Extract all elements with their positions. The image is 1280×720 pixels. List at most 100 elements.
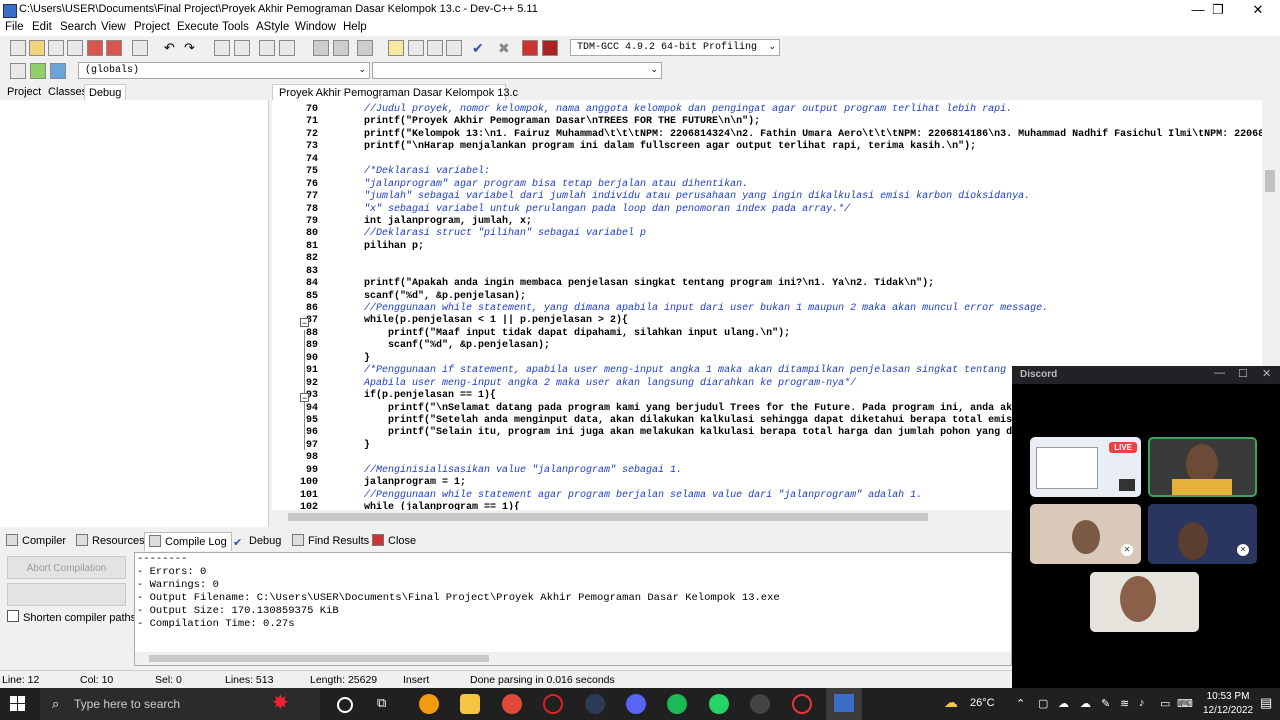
undo-icon[interactable]: ↶ (164, 40, 180, 56)
fold-toggle-icon[interactable]: − (300, 318, 309, 328)
discord-icon[interactable] (626, 694, 646, 714)
wifi-icon[interactable]: ≋ (1120, 697, 1129, 710)
delete-profile-icon[interactable] (542, 40, 558, 56)
tab-resources[interactable]: Resources (76, 532, 145, 550)
tab-project[interactable]: Project (3, 84, 45, 100)
run-icon[interactable] (408, 40, 424, 56)
project-options-icon[interactable] (357, 40, 373, 56)
checkbox-box[interactable] (7, 610, 19, 622)
save-icon[interactable] (48, 40, 64, 56)
maximize-button[interactable]: ❐ (1198, 0, 1238, 20)
close-file-icon[interactable] (87, 40, 103, 56)
redo-icon[interactable]: ↷ (184, 40, 200, 56)
tab-find-results[interactable]: Find Results (292, 532, 369, 550)
line-icon[interactable] (709, 694, 729, 714)
new-file-icon[interactable] (10, 40, 26, 56)
scrollbar-thumb[interactable] (1265, 170, 1275, 192)
participant-tile[interactable]: ✕ (1030, 504, 1141, 564)
participant-tile[interactable]: ✕ (1148, 504, 1257, 564)
fold-toggle-icon[interactable]: − (300, 393, 309, 403)
language-icon[interactable]: ⌨ (1177, 697, 1193, 710)
menu-help[interactable]: Help (343, 21, 367, 33)
save-all-icon[interactable] (67, 40, 83, 56)
goto-icon[interactable] (30, 63, 46, 79)
taskbar-search[interactable]: ⌕ Type here to search ✸ (40, 688, 320, 720)
spotify-icon[interactable] (667, 694, 687, 714)
editor-file-tab[interactable]: Proyek Akhir Pemograman Dasar Kelompok 1… (272, 84, 518, 101)
participant-tile[interactable] (1148, 437, 1257, 497)
cortana-icon[interactable] (337, 697, 353, 713)
stop-execution-icon[interactable]: ✖ (498, 40, 514, 56)
search-app-icon[interactable] (419, 694, 439, 714)
menu-edit[interactable]: Edit (32, 21, 52, 33)
new-project-icon[interactable] (313, 40, 329, 56)
find-icon[interactable] (214, 40, 230, 56)
opera-icon[interactable] (543, 694, 563, 714)
shorten-paths-checkbox[interactable]: Shorten compiler paths (7, 610, 136, 624)
notifications-icon[interactable]: ▤ (1260, 695, 1272, 711)
tab-close[interactable]: Close (372, 532, 416, 550)
syntax-check-icon[interactable]: ✔ (472, 40, 488, 56)
app-icon[interactable] (750, 694, 770, 714)
compile-log-output[interactable]: -------- - Errors: 0 - Warnings: 0 - Out… (134, 552, 1012, 666)
tab-compile-log[interactable]: Compile Log (144, 532, 232, 551)
tray-icon[interactable]: ▢ (1038, 697, 1048, 710)
menu-file[interactable]: File (5, 21, 24, 33)
recorder-icon[interactable] (792, 694, 812, 714)
replace-icon[interactable] (234, 40, 250, 56)
discord-maximize-button[interactable]: ☐ (1238, 367, 1248, 380)
devcpp-taskbar-icon[interactable] (826, 688, 862, 720)
toggle-bookmark-icon[interactable] (279, 40, 295, 56)
participant-tile[interactable] (1090, 572, 1199, 632)
tab-compiler[interactable]: Compiler (6, 532, 66, 550)
pen-icon[interactable]: ✎ (1101, 697, 1110, 710)
scrollbar-thumb[interactable] (288, 513, 928, 521)
discord-window[interactable]: Discord — ☐ ✕ LIVE ✕ ✕ (1012, 366, 1280, 688)
chevron-up-icon[interactable]: ⌃ (1016, 697, 1025, 710)
bookmark-icon[interactable] (50, 63, 66, 79)
compile-icon[interactable] (388, 40, 404, 56)
battery-icon[interactable]: ▭ (1160, 697, 1170, 710)
steam-icon[interactable] (585, 694, 605, 714)
open-file-icon[interactable] (29, 40, 45, 56)
stream-tile[interactable]: LIVE (1030, 437, 1141, 497)
taskbar-clock[interactable]: 10:53 PM 12/12/2022 (1198, 690, 1258, 718)
close-all-icon[interactable] (106, 40, 122, 56)
volume-icon[interactable]: ♪ (1139, 697, 1145, 709)
menu-execute[interactable]: Execute (177, 21, 219, 33)
add-to-project-icon[interactable] (333, 40, 349, 56)
tab-debug-bottom[interactable]: ✔ Debug (233, 532, 281, 550)
globals-select[interactable]: (globals) ⌄ (78, 62, 370, 79)
menu-search[interactable]: Search (60, 21, 96, 33)
profile-icon[interactable] (522, 40, 538, 56)
weather-temp[interactable]: 26°C (970, 697, 995, 709)
tab-debug[interactable]: Debug (84, 84, 127, 101)
log-horizontal-scrollbar[interactable] (135, 652, 1011, 665)
task-view-icon[interactable]: ⧉ (377, 695, 397, 715)
scrollbar-thumb[interactable] (149, 655, 489, 662)
abort-compilation-button[interactable]: Abort Compilation (7, 556, 126, 579)
editor-horizontal-scrollbar[interactable] (272, 510, 1012, 524)
chrome-icon[interactable] (502, 694, 522, 714)
print-icon[interactable] (132, 40, 148, 56)
line-number: 95 (305, 414, 318, 426)
rebuild-icon[interactable] (446, 40, 462, 56)
file-explorer-icon[interactable] (460, 694, 480, 714)
menu-project[interactable]: Project (134, 21, 170, 33)
weather-icon[interactable]: ☁ (944, 694, 958, 711)
goto-line-icon[interactable] (259, 40, 275, 56)
menu-view[interactable]: View (101, 21, 126, 33)
network-icon[interactable]: ☁ (1080, 697, 1091, 710)
menu-astyle[interactable]: AStyle (256, 21, 289, 33)
close-window-button[interactable]: ✕ (1238, 0, 1278, 20)
status-length: Length: 25629 (310, 674, 378, 686)
members-select[interactable]: ⌄ (372, 62, 662, 79)
compiler-select[interactable]: TDM-GCC 4.9.2 64-bit Profiling ⌄ (570, 39, 780, 56)
menu-tools[interactable]: Tools (222, 21, 249, 33)
insert-icon[interactable] (10, 63, 26, 79)
menu-window[interactable]: Window (295, 21, 336, 33)
onedrive-icon[interactable]: ☁ (1058, 697, 1069, 710)
compile-run-icon[interactable] (427, 40, 443, 56)
discord-minimize-button[interactable]: — (1214, 367, 1225, 379)
discord-close-button[interactable]: ✕ (1262, 367, 1271, 380)
